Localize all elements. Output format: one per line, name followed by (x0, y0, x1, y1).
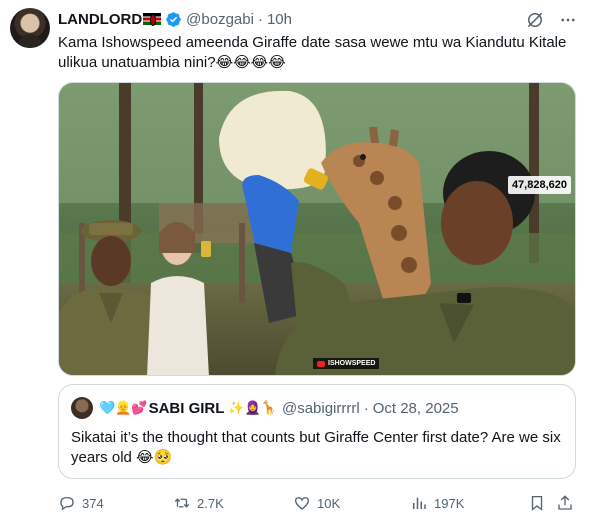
quoted-tweet-date: Oct 28, 2025 (372, 399, 459, 417)
heart-icon (294, 497, 310, 510)
share-icon (558, 495, 572, 510)
reply-button[interactable]: 374 (58, 492, 104, 514)
tweet-timestamp[interactable]: 10h (267, 11, 292, 28)
repost-icon (174, 498, 190, 508)
tweet-media-image[interactable]: 47,828,620 ISHOWSPEED (58, 82, 576, 376)
tweet[interactable]: LANDLORD @bozgabi · 10h Kama Ishowspeed … (0, 0, 593, 526)
grok-icon[interactable] (525, 10, 545, 35)
verified-badge-icon[interactable] (165, 11, 182, 28)
author-avatar[interactable] (10, 8, 50, 48)
views-button[interactable]: 197K (410, 492, 464, 514)
repost-count: 2.7K (197, 495, 224, 511)
tweet-text: Kama Ishowspeed ameenda Giraffe date sas… (58, 34, 567, 71)
reply-count: 374 (82, 495, 104, 511)
quoted-author-avatar (71, 397, 93, 419)
separator-dot: · (363, 399, 369, 417)
name-suffix-emojis: ✨🧕🦒 (228, 400, 277, 415)
action-bar: 374 2.7K 10K 197K (58, 492, 584, 514)
quoted-tweet-text: Sikatai it’s the thought that counts but… (71, 429, 561, 466)
like-button[interactable]: 10K (293, 492, 340, 514)
reply-icon (60, 497, 74, 511)
like-count: 10K (317, 495, 341, 511)
quoted-tweet-header: 🩵👱💕 SABI GIRL ✨🧕🦒 @sabigirrrrl · Oct 28,… (71, 397, 459, 419)
quoted-author-handle: @sabigirrrrl (281, 399, 360, 417)
watermark-text: ISHOWSPEED (328, 360, 376, 367)
views-chart-icon (413, 497, 426, 509)
quoted-tweet[interactable]: 🩵👱💕 SABI GIRL ✨🧕🦒 @sabigirrrrl · Oct 28,… (58, 384, 576, 479)
repost-button[interactable]: 2.7K (173, 492, 224, 514)
view-counter-overlay: 47,828,620 (507, 176, 571, 194)
channel-watermark: ISHOWSPEED (313, 358, 380, 369)
youtube-logo-icon (317, 360, 325, 367)
share-button[interactable] (556, 492, 574, 514)
author-display-name[interactable]: LANDLORD (58, 11, 142, 28)
bookmark-icon (531, 495, 543, 511)
name-prefix-emojis: 🩵👱💕 (99, 400, 148, 415)
more-icon[interactable] (559, 11, 577, 34)
media-scene (59, 83, 575, 375)
kenya-flag-icon (143, 13, 162, 26)
quoted-author-display-name: SABI GIRL (148, 399, 225, 417)
separator-dot: · (257, 10, 263, 28)
author-handle[interactable]: @bozgabi (186, 11, 254, 28)
tweet-header: LANDLORD @bozgabi · 10h (58, 9, 292, 29)
bookmark-button[interactable] (528, 492, 546, 514)
top-icons (525, 10, 577, 35)
view-count: 197K (434, 495, 465, 511)
